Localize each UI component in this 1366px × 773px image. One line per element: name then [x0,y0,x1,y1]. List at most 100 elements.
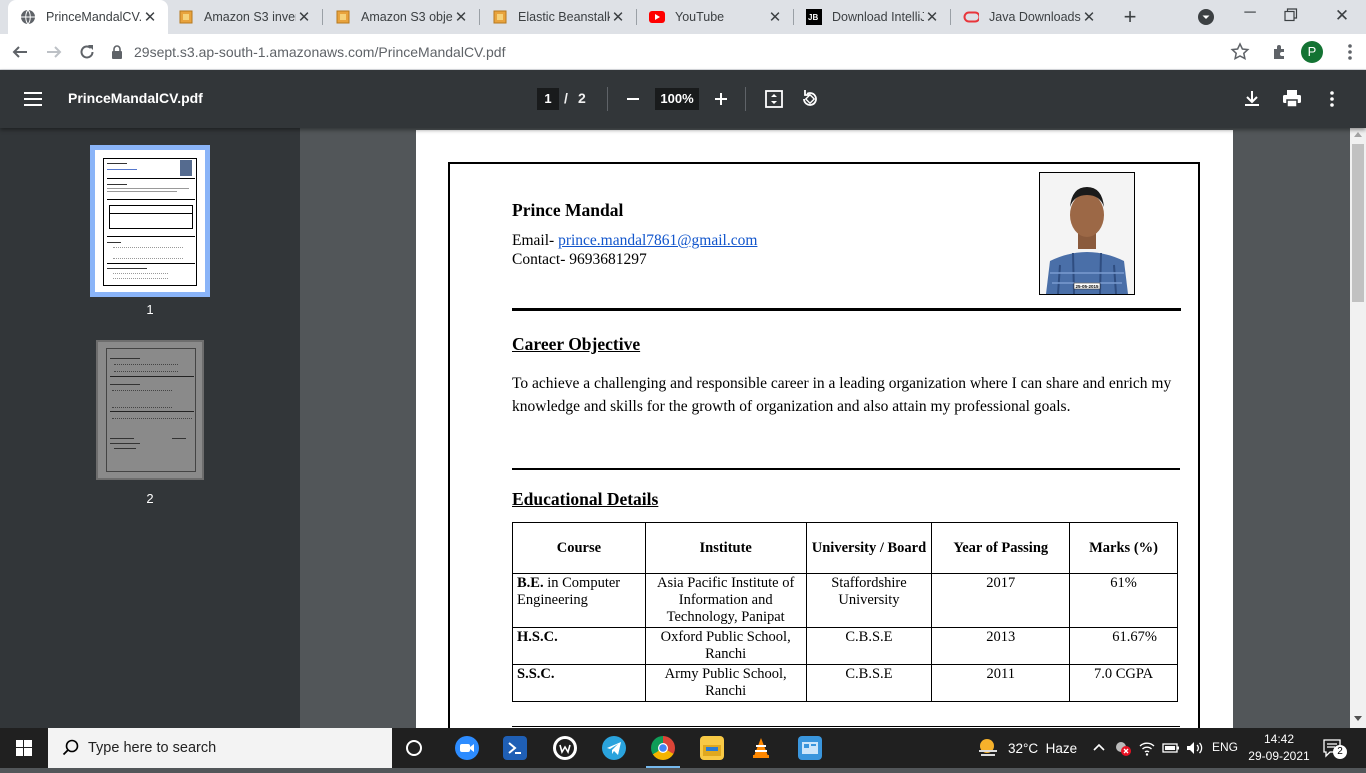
tab-title: PrinceMandalCV.p [46,10,142,24]
browser-tab[interactable]: Amazon S3 objec ✕ [323,0,479,34]
control-panel-icon[interactable] [798,736,822,760]
zoom-in-button[interactable] [712,88,730,110]
scroll-up-arrow[interactable] [1354,132,1362,137]
chrome-menu-button[interactable] [1340,42,1360,62]
address-toolbar: 29sept.s3.ap-south-1.amazonaws.com/Princ… [0,34,1366,70]
institute-cell: Asia Pacific Institute of Information an… [644,573,807,628]
tab-title: Java Downloads | [989,10,1081,24]
clock-time: 14:42 [1263,732,1295,746]
vlc-icon[interactable] [749,736,773,760]
tab-title: Download IntelliJ [832,10,924,24]
pdf-toolbar: PrinceMandalCV.pdf 1 / 2 100% [0,70,1366,128]
clock-date: 29-09-2021 [1248,749,1310,763]
shield-alert-icon [1116,742,1131,756]
aws-icon [492,9,508,25]
tab-search-button[interactable] [1198,9,1214,25]
close-tab-icon[interactable]: ✕ [296,8,312,26]
marks-cell: 61.67% [1069,627,1178,665]
rotate-button[interactable] [800,89,820,109]
reload-icon [80,45,94,59]
svg-text:25-05-2015: 25-05-2015 [1075,284,1099,289]
scroll-down-arrow[interactable] [1354,716,1362,721]
wifi-tray-icon[interactable] [1138,739,1156,757]
zoom-out-button[interactable] [624,88,642,110]
security-tray-icon[interactable] [1114,739,1132,757]
show-hidden-icons-button[interactable] [1092,740,1106,756]
board-cell: C.B.S.E [805,664,933,702]
table-row: H.S.C. Oxford Public School, Ranchi C.B.… [512,627,1178,665]
close-tab-icon[interactable]: ✕ [767,8,783,26]
email-link[interactable]: prince.mandal7861@gmail.com [558,232,757,249]
sidebar-toggle-button[interactable] [24,90,44,108]
telegram-icon[interactable] [602,736,626,760]
close-window-button[interactable]: ✕ [1330,3,1354,29]
battery-tray-icon[interactable] [1161,739,1181,757]
rotate-icon [803,90,817,106]
career-objective-heading: Career Objective [512,334,641,354]
forward-button[interactable] [42,40,66,64]
divider-thin [512,468,1180,470]
course-cell: S.S.C. [512,664,646,702]
browser-tab[interactable]: Java Downloads | ✕ [951,0,1107,34]
course-cell: H.S.C. [512,627,646,665]
more-actions-button[interactable] [1322,89,1342,109]
start-button[interactable] [0,728,48,768]
browser-tab[interactable]: JB Download IntelliJ ✕ [794,0,950,34]
browser-tab[interactable]: YouTube ✕ [637,0,793,34]
task-view-button[interactable] [402,736,426,760]
taskbar-search-box[interactable]: Type here to search [48,728,392,768]
chrome-icon[interactable] [651,736,675,760]
browser-tab[interactable]: Elastic Beanstalk ✕ [480,0,636,34]
fit-page-button[interactable] [764,89,784,109]
cv-contact: Contact- 9693681297 [512,251,647,268]
app-icon[interactable] [553,736,577,760]
cv-name: Prince Mandal [512,200,624,220]
minimize-button[interactable]: ─ [1238,0,1262,30]
browser-tab[interactable]: PrinceMandalCV.p ✕ [8,0,168,34]
zoom-app-icon[interactable] [455,736,479,760]
omnibox[interactable]: 29sept.s3.ap-south-1.amazonaws.com/Princ… [110,38,1260,66]
language-indicator[interactable]: ENG [1212,740,1238,754]
thumbnail-page-1[interactable] [90,145,210,297]
extensions-button[interactable] [1270,42,1290,62]
notification-center-button[interactable]: 2 [1322,736,1348,760]
file-explorer-icon[interactable] [700,736,724,760]
globe-icon [20,9,36,25]
table-header-cell: Institute [644,522,807,574]
windows-taskbar: Type here to search 32°C Haze ENG 14:42 … [0,728,1366,768]
back-button[interactable] [8,40,32,64]
close-tab-icon[interactable]: ✕ [924,8,940,26]
restore-button[interactable] [1284,8,1298,22]
star-icon [1230,42,1250,61]
vertical-scrollbar[interactable] [1350,128,1366,728]
table-header-cell: Marks (%) [1069,522,1178,574]
close-tab-icon[interactable]: ✕ [1081,8,1097,26]
restore-icon [1284,8,1298,22]
browser-tab[interactable]: Amazon S3 inven ✕ [166,0,322,34]
new-tab-button[interactable]: + [1118,4,1142,30]
scrollbar-thumb[interactable] [1352,144,1364,302]
arrow-left-icon [12,46,27,58]
close-tab-icon[interactable]: ✕ [453,8,469,26]
zoom-level-input[interactable]: 100% [655,88,699,110]
profile-avatar[interactable]: P [1301,41,1323,63]
volume-tray-icon[interactable] [1185,739,1205,757]
close-tab-icon[interactable]: ✕ [610,8,626,26]
bookmark-star-button[interactable] [1230,42,1250,62]
download-button[interactable] [1242,89,1262,109]
reload-button[interactable] [75,40,99,64]
page-number-input[interactable]: 1 [537,88,559,110]
clock[interactable]: 14:42 29-09-2021 [1246,731,1312,765]
educational-details-heading: Educational Details [512,489,659,509]
thumbnail-page-2[interactable] [96,340,204,480]
print-button[interactable] [1282,89,1302,109]
powershell-icon[interactable] [503,736,527,760]
weather-widget[interactable]: 32°C Haze [976,728,1077,768]
youtube-icon [649,9,665,25]
close-tab-icon[interactable]: ✕ [142,8,158,26]
year-cell: 2011 [931,664,1071,702]
divider-thick [512,308,1181,311]
fit-to-page-icon [765,90,783,108]
institute-cell: Oxford Public School, Ranchi [644,627,807,665]
pdf-page: Prince Mandal Email- prince.mandal7861@g… [416,130,1233,728]
